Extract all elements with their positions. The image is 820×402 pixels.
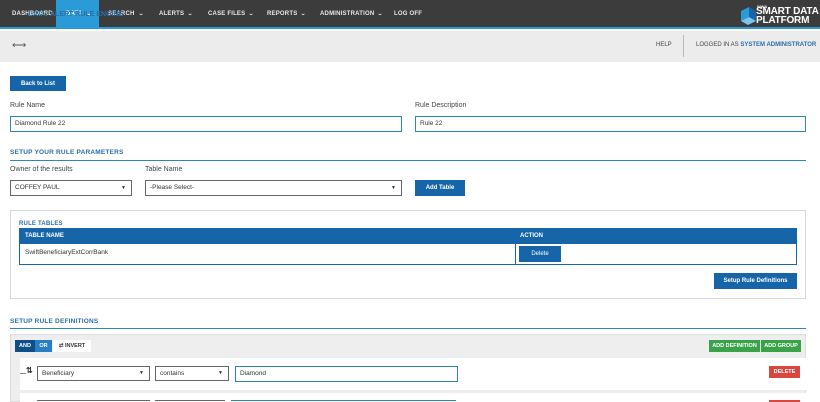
logged-in-prefix: LOGGED IN AS	[696, 42, 739, 48]
logo-line-2: PLATFORM	[756, 15, 810, 26]
nav-label: ADMINISTRATION	[320, 11, 375, 17]
nav-case-files[interactable]: CASE FILES ⌄	[208, 0, 254, 29]
column-divider	[515, 244, 516, 264]
sort-handle-icon[interactable]: ⇅	[26, 366, 33, 375]
rule-definitions-heading: SETUP RULE DEFINITIONS	[10, 318, 99, 325]
expand-arrows-icon[interactable]: ⟷	[12, 40, 26, 51]
owner-label: Owner of the results	[10, 166, 73, 173]
table-name-label: Table Name	[145, 166, 183, 173]
add-definition-button[interactable]: ADD DEFINITION	[709, 340, 760, 352]
owner-select[interactable]: COFFEY PAUL ▼	[10, 180, 132, 196]
operator-value: contains	[160, 370, 185, 377]
col-action: ACTION	[520, 233, 543, 239]
nav-log-off[interactable]: LOG OFF	[394, 0, 422, 29]
field-select[interactable]: Beneficiary ▼	[37, 366, 150, 381]
back-to-list-button[interactable]: Back to List	[10, 76, 66, 91]
delete-table-button[interactable]: Delete	[519, 246, 561, 262]
logo-wordmark: SMART DATA PLATFORM	[756, 7, 819, 26]
nav-label: LOG OFF	[394, 11, 423, 17]
page-title: ALERT RULE ENGINE	[50, 11, 124, 18]
caret-down-icon: ▼	[121, 185, 126, 191]
add-group-button[interactable]: ADD GROUP	[761, 340, 801, 352]
chevron-down-icon: ⌄	[137, 11, 144, 17]
shuffle-icon: ⇄	[58, 343, 64, 349]
chevron-down-icon: ⌄	[300, 11, 307, 17]
caret-down-icon: ▼	[139, 370, 144, 376]
table-header: TABLE NAME ACTION	[20, 229, 796, 244]
col-table-name: TABLE NAME	[25, 233, 64, 239]
help-link[interactable]: HELP	[656, 42, 672, 48]
nav-reports[interactable]: REPORTS ⌄	[267, 0, 306, 29]
breadcrumb-separator: /	[46, 11, 48, 18]
field-value: Beneficiary	[42, 370, 75, 377]
invert-toggle[interactable]: ⇄ INVERT	[53, 340, 91, 352]
table-row-name: SwiftBeneficiaryExtCorrBank	[25, 249, 109, 256]
rule-tables-heading: RULE TABLES	[19, 221, 63, 227]
section-divider	[10, 328, 806, 329]
rule-tables-table: TABLE NAME ACTION SwiftBeneficiaryExtCor…	[19, 228, 797, 265]
chevron-down-icon: ⌄	[248, 11, 255, 17]
brand-logo: WWA SMART DATA PLATFORM	[739, 4, 819, 26]
caret-down-icon: ▼	[218, 370, 223, 376]
nav-label: CASE FILES	[208, 11, 246, 17]
operator-select[interactable]: contains ▼	[155, 366, 229, 381]
chevron-down-icon: ⌄	[377, 11, 384, 17]
logo-mark-icon	[741, 7, 756, 25]
logged-in-as: LOGGED IN AS SYSTEM ADMINISTRATOR	[696, 42, 816, 48]
add-table-button[interactable]: Add Table	[415, 180, 465, 196]
nav-administration[interactable]: ADMINISTRATION ⌄	[320, 0, 383, 29]
caret-down-icon: ▼	[391, 185, 396, 191]
or-toggle[interactable]: OR	[35, 340, 52, 352]
chevron-down-icon: ⌄	[187, 11, 194, 17]
table-name-select[interactable]: -Please Select- ▼	[145, 180, 402, 196]
setup-rule-definitions-button[interactable]: Setup Rule Definitions	[714, 273, 797, 289]
rule-parameters-heading: SETUP YOUR RULE PARAMETERS	[10, 149, 124, 156]
breadcrumb-data-link[interactable]: DATA	[28, 11, 46, 18]
rule-description-label: Rule Description	[415, 102, 467, 109]
header-divider	[683, 35, 684, 57]
nav-label: ALERTS	[159, 11, 185, 17]
current-user[interactable]: SYSTEM ADMINISTRATOR	[740, 42, 816, 48]
nav-label: REPORTS	[267, 11, 298, 17]
invert-label: INVERT	[64, 343, 86, 349]
nav-alerts[interactable]: ALERTS ⌄	[159, 0, 193, 29]
rule-name-label: Rule Name	[10, 102, 46, 109]
rule-name-input[interactable]: Diamond Rule 22	[10, 116, 402, 132]
delete-rule-button[interactable]: DELETE	[769, 366, 800, 378]
rule-description-input[interactable]: Rule 22	[415, 116, 806, 132]
rule-value-input[interactable]: Diamond	[235, 366, 458, 382]
table-name-value: -Please Select-	[150, 184, 195, 191]
section-divider	[10, 160, 806, 161]
owner-value: COFFEY PAUL	[15, 184, 60, 191]
and-toggle[interactable]: AND	[15, 340, 35, 352]
